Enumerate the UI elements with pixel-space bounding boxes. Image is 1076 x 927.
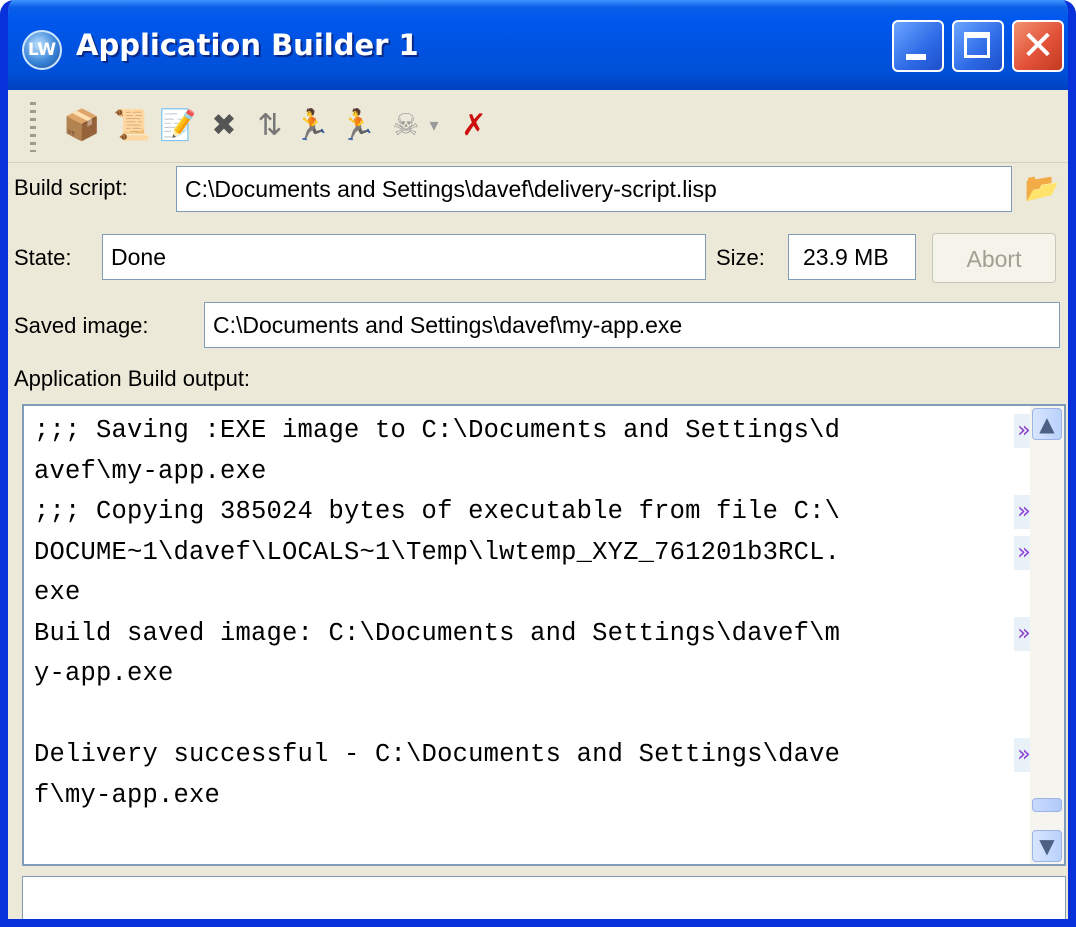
toolbar-grip[interactable]	[30, 102, 36, 152]
scroll-up-button[interactable]: ▲	[1032, 408, 1062, 440]
edit-script-icon[interactable]: 📝	[158, 106, 198, 146]
saved-image-label: Saved image:	[14, 313, 149, 338]
state-field: Done	[102, 234, 706, 280]
saved-image-input[interactable]: C:\Documents and Settings\davef\my-app.e…	[204, 302, 1060, 348]
build-icon[interactable]: 📦	[62, 106, 102, 146]
maximize-button[interactable]	[952, 20, 1004, 72]
vertical-scrollbar[interactable]: ▲ ▼	[1030, 406, 1064, 864]
window-title: Application Builder 1	[76, 28, 419, 62]
state-label: State:	[14, 245, 72, 270]
output-line: Delivery successful - C:\Documents and S…	[34, 740, 841, 769]
output-line: ;;; Saving :EXE image to C:\Documents an…	[34, 416, 841, 445]
title-bar[interactable]: LW Application Builder 1 ✕	[8, 0, 1068, 90]
output-line: avef\my-app.exe	[34, 456, 267, 486]
sort-icon[interactable]: ⇅	[250, 106, 290, 146]
run-debug-icon[interactable]: 🏃	[338, 106, 378, 146]
browse-folder-icon[interactable]: 📂	[1024, 168, 1060, 208]
toolbar: 📦 📜 📝 ✖ ⇅ 🏃 🏃 ☠ ▾ ✗	[8, 90, 1068, 163]
application-builder-window: LW Application Builder 1 ✕ 📦 📜 📝 ✖ ⇅ 🏃 🏃 ☠ ▾ ✗ Bu…	[0, 0, 1076, 927]
build-script-label-text: Build script:	[14, 175, 128, 200]
output-line: DOCUME~1\davef\LOCALS~1\Temp\lwtemp_XYZ_…	[34, 537, 841, 567]
build-script-label: Build script:	[14, 175, 128, 201]
close-button[interactable]: ✕	[1012, 20, 1064, 72]
abort-button[interactable]: Abort	[932, 233, 1056, 283]
output-line: exe	[34, 578, 81, 607]
output-line: y-app.exe	[34, 659, 174, 688]
build-script-input[interactable]: C:\Documents and Settings\davef\delivery…	[176, 166, 1012, 212]
output-line: ;;; Copying 385024 bytes of executable f…	[34, 497, 841, 526]
view-script-icon[interactable]: 📜	[112, 106, 152, 146]
output-label: Application Build output:	[14, 366, 251, 391]
skull-icon[interactable]: ☠	[386, 106, 426, 146]
build-output-pane[interactable]: ;;; Saving :EXE image to C:\Documents an…	[22, 404, 1066, 866]
size-field: 23.9 MB	[788, 234, 916, 280]
maximize-icon	[964, 32, 990, 58]
run-icon[interactable]: 🏃	[292, 106, 332, 146]
size-label: Size:	[716, 245, 765, 270]
output-line: Build saved image: C:\Documents and Sett…	[34, 618, 841, 648]
scroll-thumb[interactable]	[1032, 798, 1062, 812]
clear-icon[interactable]: ✗	[454, 106, 494, 146]
lispworks-icon[interactable]: LW	[22, 30, 62, 70]
close-icon: ✕	[1021, 23, 1055, 69]
listener-input[interactable]	[22, 876, 1066, 919]
dropdown-arrow-icon[interactable]: ▾	[424, 106, 444, 146]
minimize-button[interactable]	[892, 20, 944, 72]
minimize-icon	[906, 54, 926, 60]
output-line: f\my-app.exe	[34, 780, 221, 810]
scroll-down-button[interactable]: ▼	[1032, 830, 1062, 862]
stop-icon[interactable]: ✖	[204, 106, 244, 146]
